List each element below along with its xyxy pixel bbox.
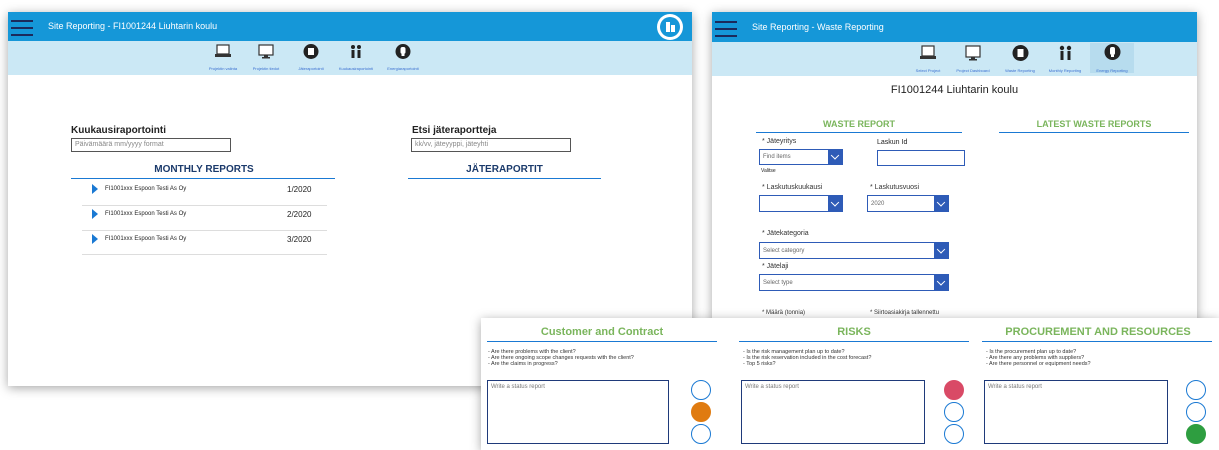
monthly-date-input[interactable]: Päivämäärä mm/yyyy format [71, 138, 231, 152]
expand-arrow-icon[interactable] [92, 184, 98, 194]
monthly-reports-divider [71, 178, 335, 179]
monthly-reporting-label: Kuukausiraportointi [71, 125, 167, 136]
jatekategoria-label: * Jätekategoria [762, 230, 809, 237]
nav-item-monthly-reporting[interactable]: Monthly Reporting [1043, 45, 1087, 73]
chevron-down-icon[interactable] [828, 196, 842, 211]
jatelaji-label: * Jätelaji [762, 263, 789, 270]
report-date: 1/2020 [287, 185, 312, 194]
waste-topbar: Site Reporting - Waste Reporting [712, 12, 1197, 42]
waste-reports-divider [408, 178, 601, 179]
status-option-green[interactable] [1186, 424, 1206, 444]
customer-contract-divider [487, 341, 717, 342]
status-panel: Customer and Contract - Are there proble… [481, 318, 1219, 450]
laskutusvuosi-dropdown[interactable]: 2020 [867, 195, 949, 212]
waste-reports-title: JÄTERAPORTIT [466, 164, 543, 175]
customer-status-textarea[interactable]: Write a status report [487, 380, 669, 444]
jateyritys-label: * Jäteyritys [762, 138, 797, 145]
chevron-down-icon[interactable] [934, 275, 948, 290]
waste-report-title: WASTE REPORT [822, 119, 895, 129]
status-option-orange[interactable] [691, 402, 711, 422]
nav-item-waste-reporting[interactable]: Waste Reporting [1000, 45, 1040, 73]
reports-topbar: Site Reporting - FI1001244 Liuhtarin kou… [8, 12, 692, 41]
expand-arrow-icon[interactable] [92, 209, 98, 219]
laskutusvuosi-label: * Laskutusvuosi [870, 184, 920, 191]
laptop-icon [920, 45, 936, 59]
hamburger-menu-icon[interactable] [11, 20, 33, 41]
report-name: FI1001xxx Espoon Testi As Oy [105, 236, 187, 242]
latest-waste-reports-title: LATEST WASTE REPORTS [1036, 119, 1152, 129]
bulb-icon [1104, 44, 1120, 60]
risks-divider [739, 341, 969, 342]
procurement-divider [982, 341, 1212, 342]
people-icon [351, 45, 361, 58]
risks-title: RISKS [837, 326, 871, 338]
nav-item-project-dashboard[interactable]: Project Dashboard [951, 45, 995, 73]
expand-arrow-icon[interactable] [92, 234, 98, 244]
laskun-id-label: Laskun Id [877, 139, 908, 146]
report-date: 2/2020 [287, 210, 312, 219]
row-divider [82, 230, 327, 231]
building-icon[interactable] [657, 14, 683, 40]
status-option-red[interactable] [944, 380, 964, 400]
procurement-question: - Are there personnel or equipment needs… [986, 361, 1091, 367]
nav-item-energy-reporting[interactable]: Energiaraportointi [382, 44, 424, 71]
laskutuskuukausi-dropdown[interactable] [759, 195, 843, 212]
procurement-status-textarea[interactable]: Write a status report [984, 380, 1168, 444]
hamburger-menu-icon[interactable] [715, 21, 737, 42]
procurement-title: PROCUREMENT AND RESOURCES [1005, 326, 1191, 338]
risks-status-textarea[interactable]: Write a status report [741, 380, 925, 444]
monthly-reports-title: MONTHLY REPORTS [154, 164, 254, 175]
project-name: FI1001244 Liuhtarin koulu [890, 84, 1019, 96]
laskutuskuukausi-label: * Laskutuskuukausi [762, 184, 823, 191]
status-option-orange[interactable] [1186, 402, 1206, 422]
row-divider [82, 205, 327, 206]
waste-window: Site Reporting - Waste Reporting Select … [712, 12, 1197, 322]
latest-divider [999, 132, 1189, 133]
monitor-icon [965, 45, 981, 61]
jateyritys-dropdown[interactable]: Find items [759, 149, 843, 165]
waste-report-divider [756, 132, 962, 133]
report-date: 3/2020 [287, 235, 312, 244]
waste-window-title: Site Reporting - Waste Reporting [752, 22, 884, 32]
bin-icon [303, 44, 319, 59]
status-option-red[interactable] [1186, 380, 1206, 400]
bin-icon [1012, 45, 1028, 61]
nav-item-energy-reporting[interactable]: Energy Reporting [1090, 43, 1134, 73]
nav-item-select-project[interactable]: Select Project [908, 45, 948, 73]
report-name: FI1001xxx Espoon Testi As Oy [105, 186, 187, 192]
laptop-icon [215, 44, 231, 57]
siirtoasiakirja-label: * Siirtoasiakirja tallennettu [870, 310, 940, 316]
type-dropdown[interactable]: Select type [759, 274, 949, 291]
chevron-down-icon[interactable] [828, 150, 842, 164]
laskun-id-input[interactable] [877, 150, 965, 166]
report-name: FI1001xxx Espoon Testi As Oy [105, 211, 187, 217]
risks-question: - Top 5 risks? [743, 361, 776, 367]
nav-item-project-select[interactable]: Projektin valinta [203, 44, 243, 71]
monitor-icon [258, 44, 274, 59]
chevron-down-icon[interactable] [934, 196, 948, 211]
maara-label: * Määrä (tonnia) [762, 310, 806, 316]
category-dropdown[interactable]: Select category [759, 242, 949, 259]
waste-nav-strip: Select Project Project Dashboard Waste R… [712, 42, 1197, 76]
status-option-green[interactable] [691, 424, 711, 444]
bulb-icon [395, 44, 411, 59]
nav-item-monthly-reporting[interactable]: Kuukausiraportointi [335, 44, 377, 71]
row-divider [82, 254, 327, 255]
customer-question: - Are the claims in progress? [488, 361, 558, 367]
waste-search-label: Etsi jäteraportteja [412, 125, 497, 136]
valitse-text: Valitse [761, 168, 776, 174]
status-option-red[interactable] [691, 380, 711, 400]
nav-item-project-info[interactable]: Projektin tiedot [246, 44, 286, 71]
people-icon [1059, 45, 1071, 60]
status-option-green[interactable] [944, 424, 964, 444]
reports-nav-strip: Projektin valinta Projektin tiedot Jäter… [8, 41, 692, 75]
customer-contract-title: Customer and Contract [540, 326, 664, 338]
nav-item-waste-reporting[interactable]: Jäteraportointi [291, 44, 331, 71]
reports-window-title: Site Reporting - FI1001244 Liuhtarin kou… [48, 21, 218, 31]
status-option-orange[interactable] [944, 402, 964, 422]
waste-search-input[interactable]: kk/vv, jäteyyppi, jäteyhti [411, 138, 571, 152]
chevron-down-icon[interactable] [934, 243, 948, 258]
